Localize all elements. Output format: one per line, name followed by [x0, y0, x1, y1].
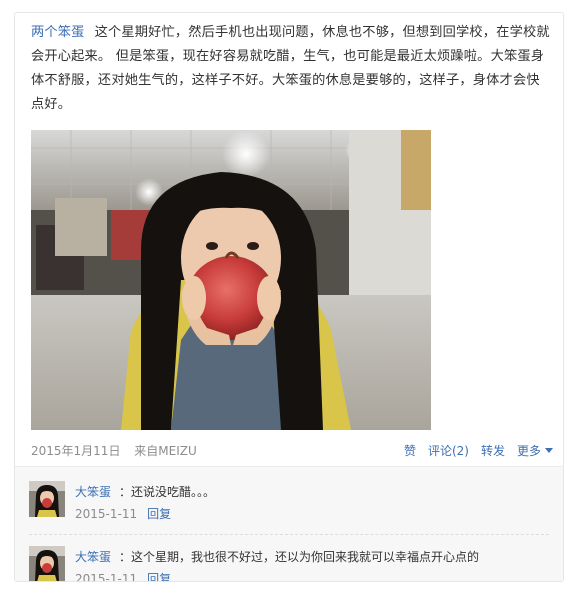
avatar-image: [29, 546, 65, 581]
comment-date: 2015-1-11: [75, 572, 138, 582]
comment-meta: 2015-1-11 回复: [75, 570, 171, 582]
post-photo-image: [31, 130, 431, 430]
post-meta-left: 2015年1月11日 来自MEIZU: [31, 442, 207, 459]
post-author-link[interactable]: 两个笨蛋: [31, 25, 85, 40]
post-text: 这个星期好忙，然后手机也出现问题，休息也不够，但想到回学校，在学校就会开心起来。…: [31, 25, 550, 112]
post-body: 两个笨蛋 这个星期好忙，然后手机也出现问题，休息也不够，但想到回学校，在学校就会开…: [31, 21, 551, 117]
comment-text: ：还说没吃醋。。。: [119, 485, 216, 499]
comment-text-line: 大笨蛋 ：还说没吃醋。。。: [75, 483, 215, 500]
caret-down-icon: [545, 448, 553, 453]
post-card: 两个笨蛋 这个星期好忙，然后手机也出现问题，休息也不够，但想到回学校，在学校就会开…: [14, 12, 564, 582]
comment-meta: 2015-1-11 回复: [75, 505, 171, 522]
post-meta: 2015年1月11日 来自MEIZU 赞 评论(2) 转发 更多: [31, 439, 553, 461]
comment-user-link[interactable]: 大笨蛋: [75, 485, 111, 499]
comment-user-link[interactable]: 大笨蛋: [75, 550, 111, 564]
comment-text-line: 大笨蛋 ：这个星期，我也很不好过，还以为你回来我就可以幸福点开心点的: [75, 548, 479, 565]
post-source: 来自MEIZU: [134, 444, 197, 458]
comment-date: 2015-1-11: [75, 507, 138, 521]
avatar-image: [29, 481, 65, 517]
avatar[interactable]: [29, 481, 65, 517]
post-date: 2015年1月11日: [31, 444, 121, 458]
reply-button[interactable]: 回复: [147, 507, 171, 521]
comment-divider: [29, 534, 549, 535]
repost-button[interactable]: 转发: [481, 442, 505, 459]
post-actions: 赞 评论(2) 转发 更多: [404, 442, 553, 459]
like-button[interactable]: 赞: [404, 442, 416, 459]
comment-text: ：这个星期，我也很不好过，还以为你回来我就可以幸福点开心点的: [119, 550, 480, 564]
comment-item: 大笨蛋 ：还说没吃醋。。。 2015-1-11 回复: [29, 481, 549, 529]
comment-button[interactable]: 评论(2): [428, 442, 469, 459]
post-photo[interactable]: [31, 130, 431, 430]
more-label: 更多: [516, 444, 541, 458]
more-button[interactable]: 更多: [517, 442, 553, 459]
comment-item: 大笨蛋 ：这个星期，我也很不好过，还以为你回来我就可以幸福点开心点的 2015-1…: [29, 546, 549, 582]
comment-list: 大笨蛋 ：还说没吃醋。。。 2015-1-11 回复 大笨蛋 ：这个星期，我也很…: [15, 466, 563, 582]
reply-button[interactable]: 回复: [147, 572, 171, 581]
avatar[interactable]: [29, 546, 65, 581]
